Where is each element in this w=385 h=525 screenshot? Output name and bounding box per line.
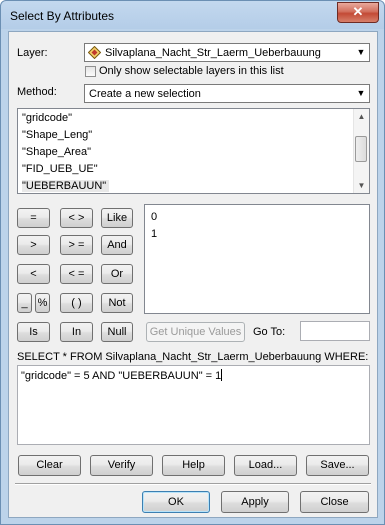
operator-null-button[interactable]: Null [101, 322, 133, 342]
save-button[interactable]: Save... [306, 455, 369, 476]
title-bar[interactable]: Select By Attributes ✕ [1, 1, 384, 31]
separator [15, 483, 371, 485]
field-list-item[interactable]: "FID_UEB_UE" [22, 163, 98, 175]
operator-parentheses-button[interactable]: ( ) [60, 293, 93, 313]
operator-like-button[interactable]: Like [101, 208, 133, 228]
layer-value: Silvaplana_Nacht_Str_Laerm_Ueberbauung [105, 47, 321, 59]
selectable-only-label: Only show selectable layers in this list [99, 65, 284, 77]
method-label: Method: [17, 86, 57, 98]
unique-value-item[interactable]: 0 [151, 211, 157, 223]
apply-button[interactable]: Apply [221, 491, 289, 513]
polygon-layer-icon [88, 46, 101, 59]
selectable-only-checkbox[interactable] [85, 66, 96, 77]
goto-label: Go To: [253, 326, 286, 338]
operator-not-button[interactable]: Not [101, 293, 133, 313]
field-list-item[interactable]: "Shape_Leng" [22, 129, 92, 141]
ok-button[interactable]: OK [142, 491, 210, 513]
unique-values-list[interactable]: 0 1 [144, 204, 370, 314]
load-button[interactable]: Load... [234, 455, 297, 476]
layer-dropdown[interactable]: Silvaplana_Nacht_Str_Laerm_Ueberbauung ▼ [84, 43, 370, 62]
operator-or-button[interactable]: Or [101, 264, 133, 284]
chevron-down-icon: ▼ [356, 88, 366, 98]
window-title: Select By Attributes [10, 9, 115, 23]
operator-percent-button[interactable]: % [35, 293, 50, 313]
field-list-scrollbar[interactable]: ▲ ▼ [353, 109, 369, 193]
operator-is-button[interactable]: Is [17, 322, 50, 342]
scroll-up-icon[interactable]: ▲ [354, 109, 369, 124]
field-list[interactable]: "gridcode" "Shape_Leng" "Shape_Area" "FI… [17, 108, 370, 194]
help-button[interactable]: Help [162, 455, 225, 476]
get-unique-values-button[interactable]: Get Unique Values [146, 322, 245, 342]
operator-greater-button[interactable]: > [17, 235, 50, 255]
operator-less-button[interactable]: < [17, 264, 50, 284]
operator-greater-equal-button[interactable]: > = [60, 235, 93, 255]
close-window-button[interactable]: ✕ [337, 2, 379, 23]
scroll-thumb[interactable] [355, 136, 367, 162]
field-list-item-selected[interactable]: "UEBERBAUUN" [22, 180, 110, 192]
sql-expression-textarea[interactable]: "gridcode" = 5 AND "UEBERBAUUN" = 1 [17, 365, 370, 445]
method-dropdown[interactable]: Create a new selection ▼ [84, 84, 370, 103]
select-by-attributes-dialog: Select By Attributes ✕ Layer: Silvaplana… [0, 0, 385, 525]
sql-prefix-label: SELECT * FROM Silvaplana_Nacht_Str_Laerm… [17, 351, 369, 363]
dialog-body: Layer: Silvaplana_Nacht_Str_Laerm_Ueberb… [8, 31, 378, 518]
operator-and-button[interactable]: And [101, 235, 133, 255]
operator-in-button[interactable]: In [60, 322, 93, 342]
goto-input[interactable] [300, 321, 370, 341]
close-button[interactable]: Close [300, 491, 369, 513]
unique-value-item[interactable]: 1 [151, 228, 157, 240]
operator-equals-button[interactable]: = [17, 208, 50, 228]
field-list-item[interactable]: "gridcode" [22, 112, 72, 124]
chevron-down-icon: ▼ [356, 47, 366, 57]
clear-button[interactable]: Clear [18, 455, 81, 476]
operator-not-equals-button[interactable]: < > [60, 208, 93, 228]
operator-underscore-button[interactable]: _ [17, 293, 32, 313]
field-list-item[interactable]: "Shape_Area" [22, 146, 91, 158]
operator-less-equal-button[interactable]: < = [60, 264, 93, 284]
method-value: Create a new selection [89, 88, 201, 100]
scroll-down-icon[interactable]: ▼ [354, 178, 369, 193]
verify-button[interactable]: Verify [90, 455, 153, 476]
sql-expression-text: "gridcode" = 5 AND "UEBERBAUUN" = 1 [21, 369, 223, 382]
layer-label: Layer: [17, 47, 48, 59]
